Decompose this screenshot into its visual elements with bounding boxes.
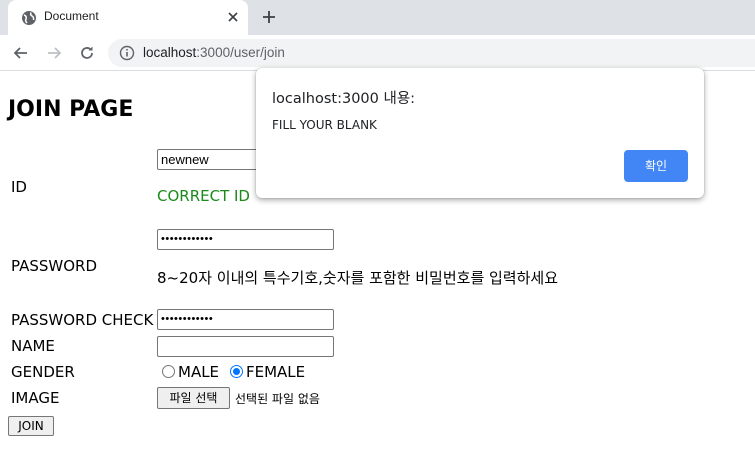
dialog-ok-button[interactable]: 확인 bbox=[624, 150, 688, 182]
password-hint: 8~20자 이내의 특수기호,숫자를 포함한 비밀번호를 입력하세요 bbox=[157, 269, 559, 287]
gender-label: GENDER bbox=[11, 363, 75, 381]
forward-arrow-icon[interactable] bbox=[44, 43, 64, 63]
address-bar[interactable]: localhost:3000/user/join bbox=[108, 39, 755, 67]
dialog-message: FILL YOUR BLANK bbox=[272, 118, 377, 132]
alert-dialog: localhost:3000 내용: FILL YOUR BLANK 확인 bbox=[256, 68, 704, 198]
back-arrow-icon[interactable] bbox=[11, 43, 31, 63]
info-icon[interactable] bbox=[119, 45, 135, 61]
female-radio-label[interactable]: FEMALE bbox=[246, 363, 305, 381]
password-check-input[interactable]: •••••••••••• bbox=[157, 309, 334, 330]
globe-icon bbox=[21, 10, 37, 26]
file-status-text: 선택된 파일 없음 bbox=[235, 392, 320, 406]
dialog-title: localhost:3000 내용: bbox=[272, 91, 416, 107]
file-select-button[interactable]: 파일 선택 bbox=[157, 387, 230, 409]
reload-icon[interactable] bbox=[77, 43, 97, 63]
tab-strip: Document bbox=[0, 0, 755, 35]
url-host: localhost bbox=[143, 45, 197, 60]
url-path: :3000/user/join bbox=[196, 45, 285, 60]
password-label: PASSWORD bbox=[11, 257, 98, 275]
id-label: ID bbox=[11, 178, 27, 196]
name-input[interactable] bbox=[157, 336, 334, 357]
id-status-message: CORRECT ID bbox=[157, 187, 250, 205]
password-input[interactable]: •••••••••••• bbox=[157, 229, 334, 250]
male-radio[interactable] bbox=[162, 365, 175, 378]
password-check-label: PASSWORD CHECK bbox=[11, 311, 154, 329]
new-tab-plus-icon[interactable] bbox=[261, 9, 277, 25]
url-text: localhost:3000/user/join bbox=[143, 45, 285, 60]
browser-toolbar: localhost:3000/user/join bbox=[0, 35, 755, 71]
female-radio[interactable] bbox=[230, 365, 243, 378]
image-label: IMAGE bbox=[11, 389, 60, 407]
join-button[interactable]: JOIN bbox=[8, 416, 54, 436]
tab-title: Document bbox=[44, 9, 99, 23]
page-title: JOIN PAGE bbox=[8, 97, 134, 122]
male-radio-label[interactable]: MALE bbox=[178, 363, 219, 381]
close-icon[interactable] bbox=[225, 9, 241, 25]
browser-tab[interactable]: Document bbox=[8, 0, 248, 35]
name-label: NAME bbox=[11, 337, 55, 355]
